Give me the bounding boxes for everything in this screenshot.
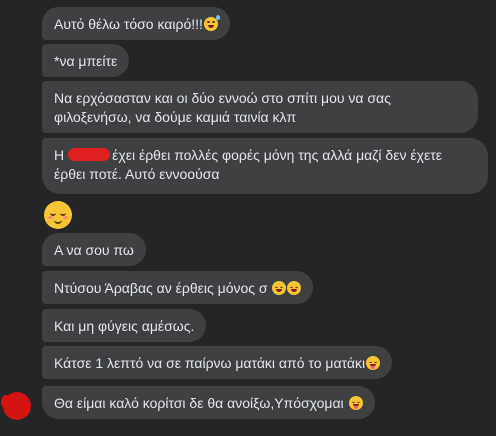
message-text: Και μη φύγεις αμέσως. (54, 318, 195, 334)
message-text: Να ερχόσασταν και οι δύο εννοώ στο σπίτι… (54, 90, 391, 125)
message-text-start: Η (54, 147, 65, 163)
message-bubble[interactable]: Α να σου πω (42, 233, 146, 266)
message-bubble[interactable]: Να ερχόσασταν και οι δύο εννοώ στο σπίτι… (42, 81, 478, 133)
message-bubble[interactable]: *να μπείτε (42, 44, 130, 77)
sweat-smile-emoji-icon (203, 15, 220, 31)
laughing-emoji-icon (272, 281, 287, 295)
message-text: Κάτσε 1 λεπτό να σε παίρνω ματάκι από το… (54, 355, 366, 371)
redacted-name (68, 148, 111, 161)
zany-face-emoji-icon (348, 396, 363, 410)
message-text: Αυτό θέλω τόσο καιρό!!! (54, 16, 203, 32)
laughing-emoji-icon (287, 281, 302, 295)
message-bubble[interactable]: Ντύσου Άραβας αν έρθεις μόνος σ (42, 271, 314, 304)
message-bubble[interactable]: Κάτσε 1 λεπτό να σε παίρνω ματάκι από το… (42, 346, 393, 379)
message-bubble[interactable]: Θα είμαι καλό κορίτσι δε θα ανοίξω,Υπόσχ… (42, 386, 375, 419)
message-text-end: έχει έρθει πολλές φορές μόνη της αλλά μα… (54, 147, 442, 182)
message-text: *να μπείτε (54, 53, 118, 69)
relieved-face-emoji-icon[interactable] (44, 201, 72, 229)
avatar[interactable] (1, 392, 31, 420)
message-text: Ντύσου Άραβας αν έρθεις μόνος σ (54, 280, 268, 296)
message-bubble[interactable]: Και μη φύγεις αμέσως. (42, 309, 207, 342)
message-text: Θα είμαι καλό κορίτσι δε θα ανοίξω,Υπόσχ… (54, 395, 344, 411)
message-bubble[interactable]: Ηέχει έρθει πολλές φορές μόνη της αλλά μ… (42, 138, 488, 194)
message-text: Α να σου πω (54, 242, 134, 258)
zany-face-emoji-icon (366, 356, 381, 370)
message-bubble[interactable]: Αυτό θέλω τόσο καιρό!!! (42, 7, 230, 40)
